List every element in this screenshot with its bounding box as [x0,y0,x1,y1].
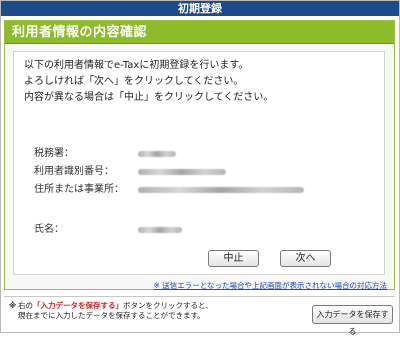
intro-line-1: 以下の利用者情報でe-Taxに初期登録を行います。 [24,60,249,71]
address-label: 住所または事業所： [34,184,124,195]
footer-line1-after: ボタンをクリックすると、 [123,301,213,310]
cancel-button[interactable]: 中止 [208,250,259,267]
footer-line2: 現在までに入力したデータを保存することができます。 [18,311,205,320]
tax-office-label: 税務署： [34,148,74,159]
error-help-link[interactable]: ※ 送信エラーとなった場合や上記画面が表示されない場合の対応方法 [154,280,387,291]
window-title: 初期登録 [1,1,399,16]
content-box: 以下の利用者情報でe-Taxに初期登録を行います。 よろしければ「次へ」をクリッ… [13,51,385,275]
footer-note: ※ 右の「入力データを保存する」ボタンをクリックすると、 現在までに入力したデータ… [9,301,213,321]
user-id-value-redacted [138,169,226,175]
panel-header: 利用者情報の内容確認 [5,21,394,44]
intro-text: 以下の利用者情報でe-Taxに初期登録を行います。 よろしければ「次へ」をクリッ… [24,58,273,106]
confirmation-panel: 利用者情報の内容確認 以下の利用者情報でe-Taxに初期登録を行います。 よろし… [4,20,395,290]
footer-divider [4,296,395,297]
name-label: 氏名： [34,224,64,235]
name-value-redacted [138,227,182,233]
note-mark: ※ [9,301,17,310]
intro-line-3: 内容が異なる場合は「中止」をクリックしてください。 [24,92,274,103]
panel-title: 利用者情報の内容確認 [12,25,148,40]
address-value-redacted [138,187,304,193]
user-id-label: 利用者識別番号： [34,166,114,177]
next-button[interactable]: 次へ [280,250,331,267]
footer-line1-before: 右の [18,301,33,310]
save-input-data-button[interactable]: 入力データを保存する [312,305,393,336]
intro-line-2: よろしければ「次へ」をクリックしてください。 [24,76,244,87]
footer-line1-highlight: 「入力データを保存する」 [33,301,123,310]
tax-office-value-redacted [138,151,176,157]
